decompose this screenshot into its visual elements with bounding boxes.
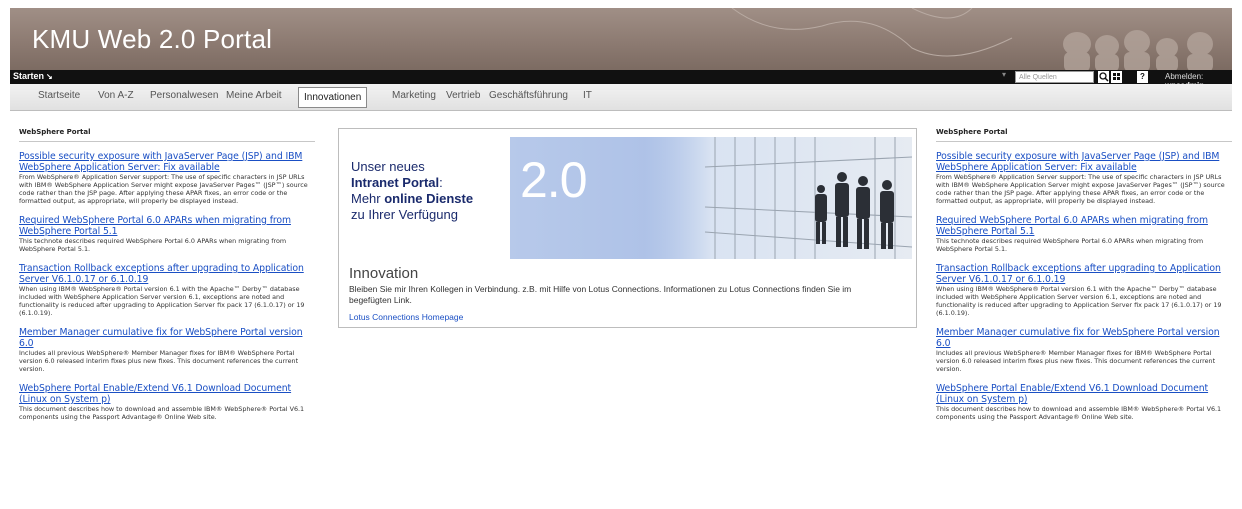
portal-title: KMU Web 2.0 Portal <box>32 24 273 54</box>
tab-personalwesen[interactable]: Personalwesen <box>150 90 218 101</box>
list-item: Transaction Rollback exceptions after up… <box>19 263 315 317</box>
logout-label: Abmelden: <box>1165 72 1204 81</box>
slogan-line3-bold: online Dienste <box>384 191 474 206</box>
list-item: Possible security exposure with JavaServ… <box>936 151 1232 205</box>
arrow-icon: ↘ <box>46 72 53 81</box>
right-portlet: WebSphere Portal Possible security expos… <box>936 128 1232 431</box>
search-input[interactable]: Alle Quellen <box>1015 71 1094 83</box>
grid-icon[interactable] <box>1111 71 1122 83</box>
search-icon[interactable] <box>1098 71 1109 83</box>
tab-meine-arbeit[interactable]: Meine Arbeit <box>226 90 282 101</box>
tab-vertrieb[interactable]: Vertrieb <box>446 90 480 101</box>
start-menu-button[interactable]: Starten ↘ <box>13 71 53 81</box>
help-button[interactable]: ? <box>1137 71 1148 83</box>
article-link[interactable]: WebSphere Portal Enable/Extend V6.1 Down… <box>19 383 315 405</box>
article-summary: Includes all previous WebSphere® Member … <box>936 349 1216 373</box>
list-item: Member Manager cumulative fix for WebSph… <box>936 327 1232 373</box>
tab-marketing[interactable]: Marketing <box>392 90 436 101</box>
section-title: Innovation <box>349 265 419 282</box>
slogan-line3-prefix: Mehr <box>351 191 385 206</box>
tab-startseite[interactable]: Startseite <box>38 90 80 101</box>
innovation-portlet: 2.0 Unser neues Intranet Portal: Mehr on… <box>338 128 917 328</box>
slogan-line2-suffix: : <box>439 175 443 190</box>
slogan-line1: Unser neues <box>351 159 425 174</box>
article-summary: From WebSphere® Application Server suppo… <box>19 173 308 205</box>
article-summary: This technote describes required WebSphe… <box>936 237 1204 253</box>
tab-von-a-z[interactable]: Von A-Z <box>98 90 134 101</box>
section-description: Bleiben Sie mir Ihren Kollegen in Verbin… <box>349 284 852 305</box>
list-item: Member Manager cumulative fix for WebSph… <box>19 327 315 373</box>
tab-geschaeftsfuehrung[interactable]: Geschäftsführung <box>489 90 568 101</box>
people-banner-decoration <box>731 8 1213 70</box>
article-summary: Includes all previous WebSphere® Member … <box>19 349 299 373</box>
article-link[interactable]: Transaction Rollback exceptions after up… <box>936 263 1232 285</box>
start-label: Starten <box>13 71 45 81</box>
top-toolbar: Starten↘ ▾ Alle Quellen ? Abmelden: wpsa… <box>10 70 1232 90</box>
source-dropdown-icon[interactable]: ▾ <box>1002 70 1006 79</box>
portlet-title: WebSphere Portal <box>19 128 315 142</box>
list-item: WebSphere Portal Enable/Extend V6.1 Down… <box>936 383 1232 421</box>
left-portlet: WebSphere Portal Possible security expos… <box>19 128 315 431</box>
article-link[interactable]: Required WebSphere Portal 6.0 APARs when… <box>936 215 1232 237</box>
list-item: Transaction Rollback exceptions after up… <box>936 263 1232 317</box>
article-link[interactable]: WebSphere Portal Enable/Extend V6.1 Down… <box>936 383 1232 405</box>
business-people-photo <box>645 137 912 259</box>
portlet-title: WebSphere Portal <box>936 128 1232 142</box>
article-link[interactable]: Transaction Rollback exceptions after up… <box>19 263 315 285</box>
slogan-line4: zu Ihrer Verfügung <box>351 207 458 222</box>
article-summary: When using IBM® WebSphere® Portal versio… <box>936 285 1222 317</box>
article-summary: When using IBM® WebSphere® Portal versio… <box>19 285 305 317</box>
article-link[interactable]: Possible security exposure with JavaServ… <box>936 151 1232 173</box>
hero-slogan: Unser neues Intranet Portal: Mehr online… <box>351 159 473 223</box>
tab-innovationen[interactable]: Innovationen <box>298 87 368 108</box>
article-link[interactable]: Required WebSphere Portal 6.0 APARs when… <box>19 215 315 237</box>
main-navigation: Startseite Von A-Z Personalwesen Meine A… <box>10 84 1232 111</box>
lotus-connections-link[interactable]: Lotus Connections Homepage <box>349 312 463 322</box>
article-summary: This document describes how to download … <box>936 405 1222 421</box>
list-item: Possible security exposure with JavaServ… <box>19 151 315 205</box>
article-summary: From WebSphere® Application Server suppo… <box>936 173 1225 205</box>
article-link[interactable]: Member Manager cumulative fix for WebSph… <box>19 327 315 349</box>
hero-version-text: 2.0 <box>520 152 588 208</box>
article-summary: This technote describes required WebSphe… <box>19 237 287 253</box>
header-banner: KMU Web 2.0 Portal <box>10 8 1232 70</box>
list-item: Required WebSphere Portal 6.0 APARs when… <box>936 215 1232 253</box>
article-link[interactable]: Member Manager cumulative fix for WebSph… <box>936 327 1232 349</box>
list-item: WebSphere Portal Enable/Extend V6.1 Down… <box>19 383 315 421</box>
list-item: Required WebSphere Portal 6.0 APARs when… <box>19 215 315 253</box>
article-summary: This document describes how to download … <box>19 405 305 421</box>
slogan-line2: Intranet Portal <box>351 175 440 190</box>
article-link[interactable]: Possible security exposure with JavaServ… <box>19 151 315 173</box>
hero-banner: 2.0 Unser neues Intranet Portal: Mehr on… <box>345 137 912 259</box>
tab-it[interactable]: IT <box>583 90 592 101</box>
